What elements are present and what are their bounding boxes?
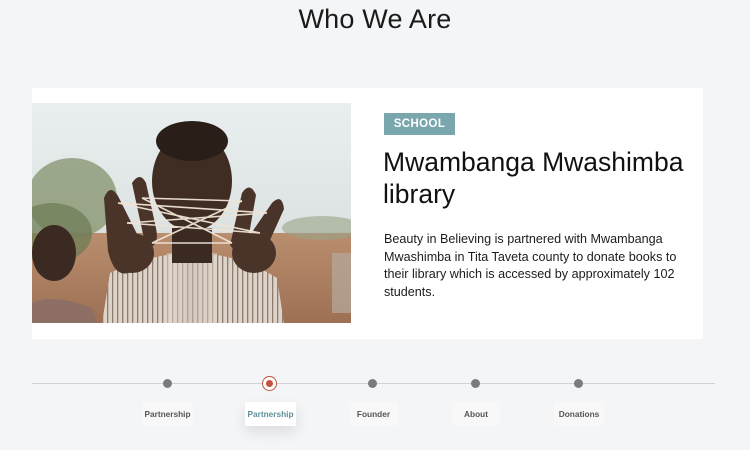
timeline-dot-founder[interactable] bbox=[367, 379, 377, 388]
tab-partnership-active[interactable]: Partnership bbox=[245, 402, 296, 426]
tab-founder[interactable]: Founder bbox=[349, 402, 398, 426]
story-photo bbox=[32, 103, 351, 323]
timeline-dot-donations[interactable] bbox=[573, 379, 583, 388]
story-description: Beauty in Believing is partnered with Mw… bbox=[384, 232, 677, 300]
timeline-dot-partnership-active[interactable] bbox=[262, 376, 277, 391]
tab-about[interactable]: About bbox=[452, 402, 500, 426]
tab-donations[interactable]: Donations bbox=[554, 402, 604, 426]
timeline-dot-about[interactable] bbox=[470, 379, 480, 388]
story-title: Mwambanga Mwashimba library bbox=[383, 147, 684, 209]
category-badge: SCHOOL bbox=[384, 113, 455, 135]
timeline-dot-partnership[interactable] bbox=[162, 379, 172, 388]
story-card: SCHOOL Mwambanga Mwashimba library Beaut… bbox=[32, 88, 703, 339]
page-title: Who We Are bbox=[298, 4, 452, 34]
tab-partnership[interactable]: Partnership bbox=[142, 402, 193, 426]
